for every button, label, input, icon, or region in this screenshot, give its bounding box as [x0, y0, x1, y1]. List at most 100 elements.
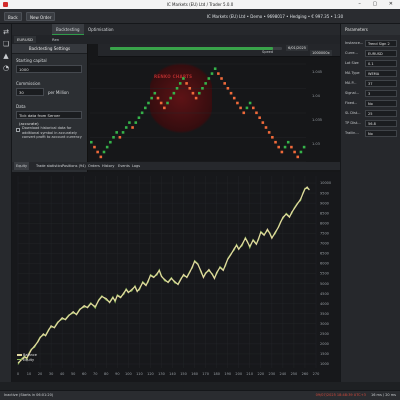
renko-brick-down [280, 150, 284, 154]
progress-track[interactable] [110, 47, 282, 50]
param-value[interactable]: 0.1 [365, 60, 397, 67]
renko-brick-down [93, 145, 96, 149]
legend-balance-label: Balance [23, 353, 37, 357]
back-button[interactable]: Back [4, 12, 22, 21]
param-value[interactable]: No [365, 130, 397, 137]
commission-input[interactable]: 30 [16, 88, 44, 96]
renko-brick-up [140, 111, 144, 115]
renko-brick-down [274, 140, 277, 144]
param-value[interactable]: 37 [365, 80, 397, 87]
x-tick-label: 50 [71, 372, 75, 376]
renko-brick-down [290, 145, 293, 149]
tab-backtesting[interactable]: Backtesting [52, 24, 84, 35]
param-value[interactable]: 3 [365, 90, 397, 97]
renko-brick-up [204, 82, 207, 85]
x-tick-label: 230 [269, 372, 276, 376]
y-tick-label: 5000 [320, 282, 329, 286]
server-time: 09/07/2025 18:48:39 UTC+3 [315, 393, 366, 397]
analyze-icon[interactable]: ◔ [2, 64, 10, 72]
download-note: Download historical data for additional … [22, 126, 82, 139]
param-row: Trailin... No [345, 130, 399, 138]
title-bar: IC Markets (EU) Ltd / Trader 5.0.0 – ▢ ✕ [0, 0, 400, 9]
x-tick-label: 80 [104, 372, 108, 376]
x-tick-label: 180 [213, 372, 220, 376]
param-value[interactable]: 25 [365, 110, 397, 117]
equity-tab[interactable]: Logs [130, 162, 142, 170]
x-tick-label: 10 [27, 372, 31, 376]
renko-brick-down [296, 155, 300, 159]
equity-tab[interactable]: Equity [14, 162, 30, 170]
renko-brick-down [229, 91, 233, 95]
equity-chart[interactable]: 0 10 20 30 40 50 60 70 80 90 100 110 120 130 140 150 160… [12, 172, 340, 382]
renko-brick-up [144, 106, 147, 110]
capital-input[interactable]: 1000 [16, 65, 82, 73]
balance-swatch [17, 354, 22, 356]
renko-brick-up [134, 121, 138, 124]
renko-brick-up [153, 91, 157, 95]
price-tick-label: 1.045 [312, 70, 323, 74]
playback-date[interactable]: 6/01/2025 [286, 45, 308, 51]
renko-brick-up [105, 145, 109, 149]
renko-brick-up [213, 67, 217, 70]
speed-select[interactable]: 1000000x [310, 50, 332, 56]
y-tick-label: 5500 [320, 272, 329, 276]
y-tick-label: 8000 [320, 221, 329, 225]
y-tick-label: 6000 [320, 262, 329, 266]
param-value[interactable]: WEMA [365, 70, 397, 77]
symbol-selector[interactable]: EURUSD [14, 36, 36, 43]
renko-brick-down [236, 101, 239, 105]
timeframe-label[interactable]: Ren [52, 36, 59, 43]
data-select[interactable]: Tick data from Server (accurate) [16, 111, 82, 126]
param-value[interactable]: No [365, 100, 397, 107]
y-tick-label: 4000 [320, 302, 329, 306]
param-name: Signal... [345, 91, 360, 95]
equity-tab[interactable]: History [100, 162, 116, 170]
renko-brick-down [220, 77, 223, 80]
y-tick-label: 2500 [320, 332, 329, 336]
param-row: Instance... Trend Sign 2 [345, 40, 399, 48]
x-tick-label: 120 [147, 372, 154, 376]
renko-brick-up [248, 101, 252, 105]
x-tick-label: 240 [280, 372, 287, 376]
renko-brick-down [226, 87, 230, 90]
window-controls[interactable]: – ▢ ✕ [358, 0, 398, 9]
x-tick-label: 90 [115, 372, 119, 376]
renko-brick-down [156, 96, 160, 100]
trade-icon[interactable]: ⇄ [2, 28, 10, 36]
renko-brick-down [255, 111, 258, 115]
copy-icon[interactable]: ❏ [2, 40, 10, 48]
algo-icon[interactable]: ▲ [2, 52, 10, 60]
renko-brick-down [271, 136, 274, 139]
renko-brick-up [175, 87, 179, 90]
param-name: Lot Size [345, 61, 359, 65]
x-tick-label: 40 [60, 372, 64, 376]
x-tick-label: 220 [257, 372, 264, 376]
param-name: MA Type [345, 71, 360, 75]
renko-brick-up [286, 140, 290, 144]
renko-brick-up [198, 91, 201, 95]
renko-brick-down [242, 111, 246, 115]
renko-brick-down [293, 150, 296, 154]
renko-brick-up [182, 77, 185, 80]
x-tick-label: 270 [313, 372, 320, 376]
download-checkbox[interactable] [16, 128, 20, 132]
renko-brick-down [252, 106, 255, 110]
backtesting-settings-panel: Backtesting Settings Starting capital 10… [12, 44, 88, 172]
param-value[interactable]: EURUSD [365, 50, 397, 57]
capital-label: Starting capital [16, 58, 47, 63]
playback-bar: 6/01/2025 Speed 1000000x [98, 44, 340, 57]
equity-line [17, 187, 310, 365]
equity-tab[interactable]: Positions (94) [60, 162, 88, 170]
param-name: Curre... [345, 51, 358, 55]
status-bar: Inactive (Starts in 06:01:20) 09/07/2025… [0, 390, 400, 400]
param-value[interactable]: Trend Sign 2 [365, 40, 397, 47]
renko-brick-down [191, 91, 195, 95]
price-tick-label: 1.03 [312, 142, 320, 146]
renko-brick-up [121, 131, 125, 134]
x-tick-label: 250 [291, 372, 298, 376]
param-value[interactable]: 56.8 [365, 120, 397, 127]
commission-label: Commission [16, 81, 41, 86]
new-order-button[interactable]: New Order [26, 12, 56, 21]
param-row: MA Type WEMA [345, 70, 399, 78]
tab-optimisation[interactable]: Optimisation [84, 24, 118, 35]
